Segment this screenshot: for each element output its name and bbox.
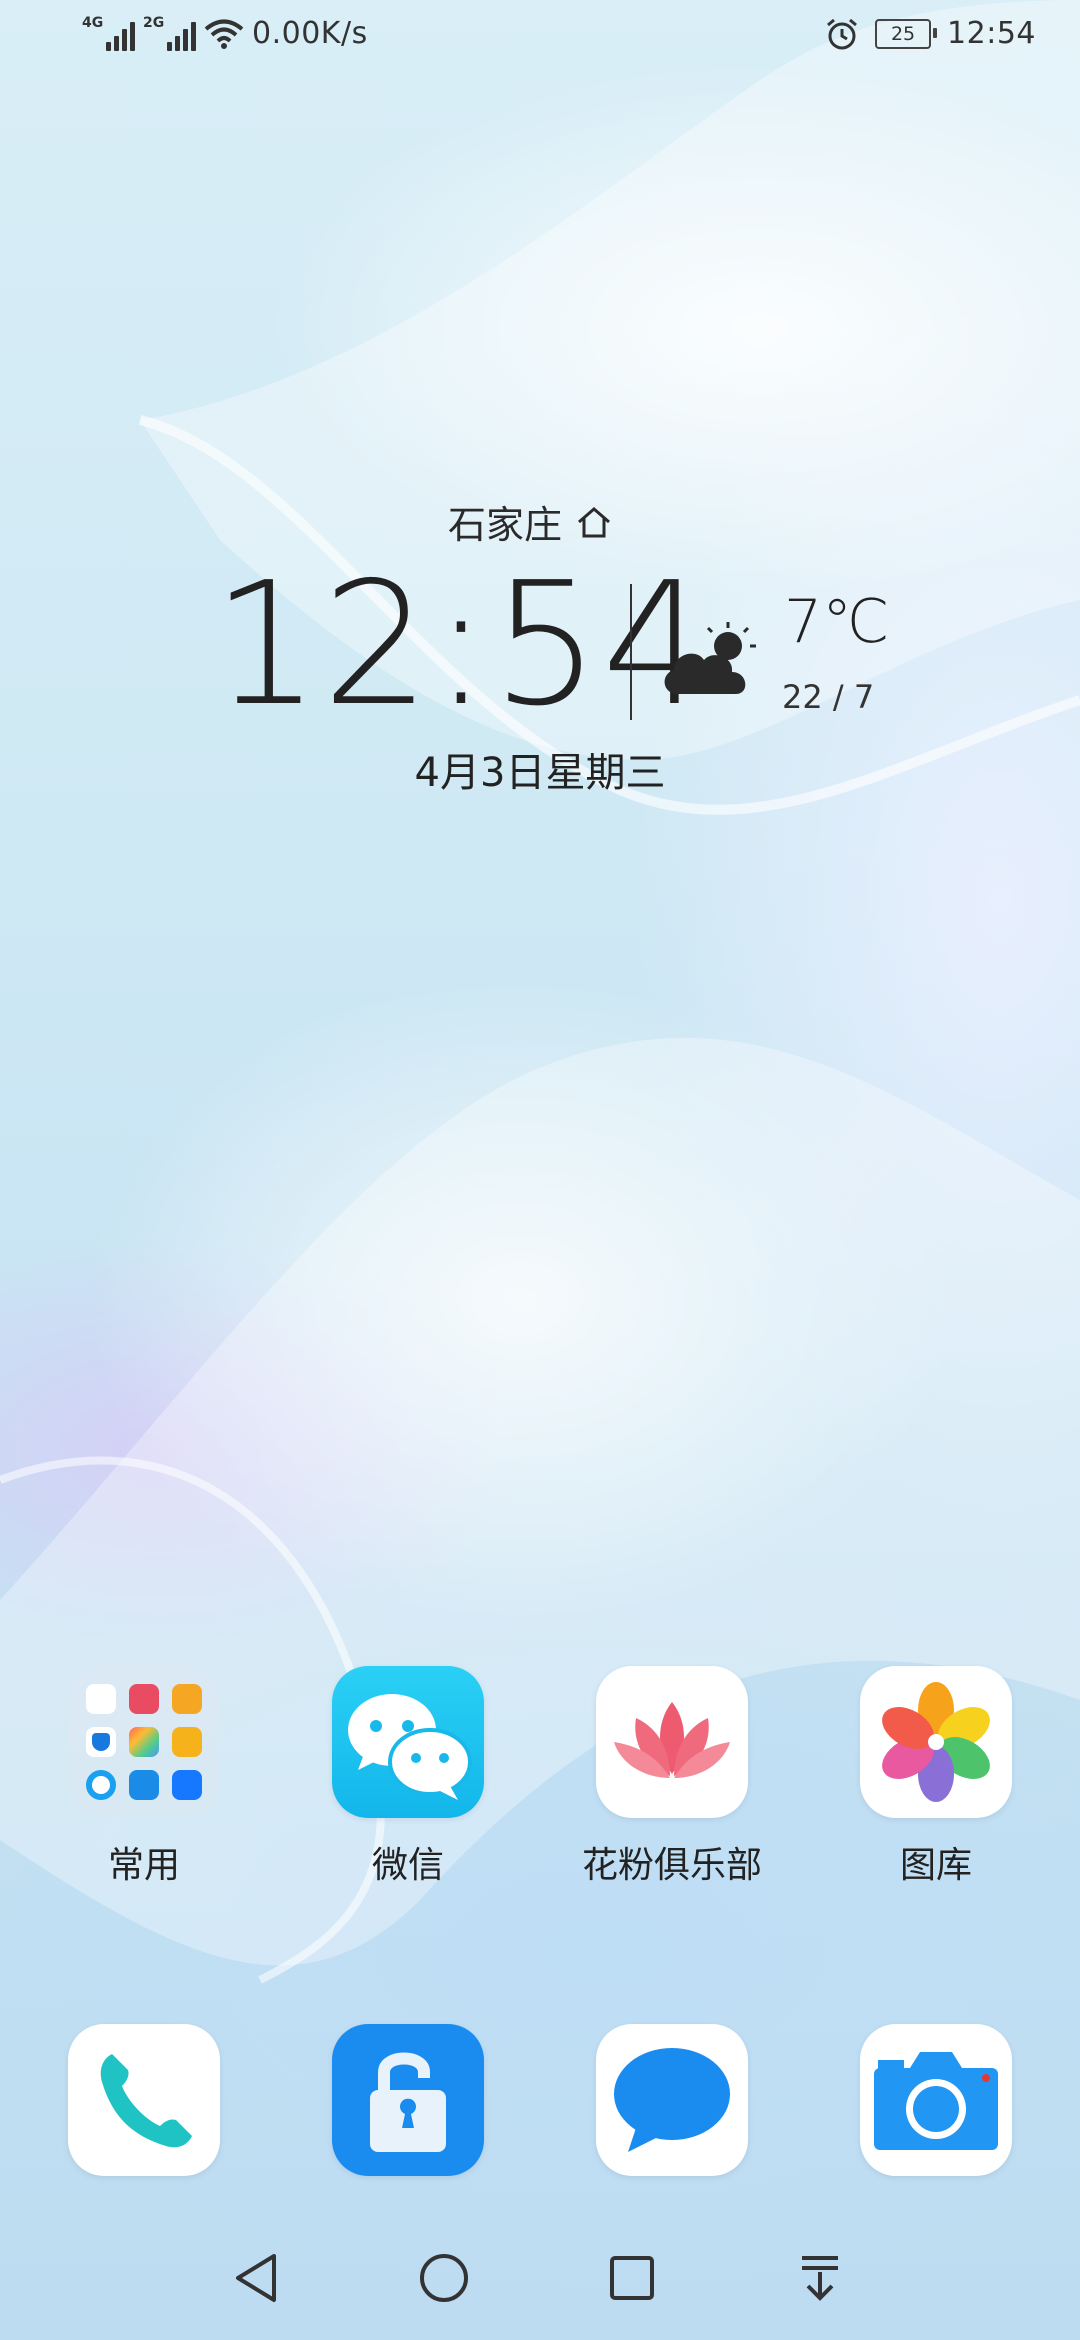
folder-icon xyxy=(68,1666,220,1818)
notification-pull-button[interactable] xyxy=(790,2248,850,2308)
network-speed: 0.00K/s xyxy=(252,16,368,51)
status-time: 12:54 xyxy=(947,16,1036,51)
app-phone[interactable] xyxy=(44,2024,244,2176)
home-button[interactable] xyxy=(414,2248,474,2308)
recents-button[interactable] xyxy=(602,2248,662,2308)
home-icon xyxy=(420,2254,468,2302)
navigation-bar xyxy=(0,2230,1080,2320)
status-bar: 4G 2G 0.00K/s 25 12:54 xyxy=(0,0,1080,72)
app-huafen-club[interactable]: 花粉俱乐部 xyxy=(572,1666,772,1888)
app-label: 微信 xyxy=(371,1845,444,1886)
partly-cloudy-icon[interactable] xyxy=(656,616,762,706)
app-label: 图库 xyxy=(899,1845,972,1886)
folder-common[interactable]: 常用 xyxy=(44,1666,244,1888)
clock-time[interactable]: 12:54 xyxy=(212,560,712,730)
battery-level: 25 xyxy=(890,22,916,45)
wifi-icon xyxy=(204,19,244,49)
camera-icon xyxy=(860,2024,1012,2176)
notification-pull-icon xyxy=(802,2256,838,2301)
app-lock[interactable] xyxy=(308,2024,508,2176)
temperature[interactable]: 7℃ xyxy=(784,590,890,654)
wallpaper xyxy=(0,0,1080,2340)
home-location-icon xyxy=(578,506,610,537)
date-label[interactable]: 4月3日星期三 xyxy=(0,740,1080,798)
back-button[interactable] xyxy=(226,2248,286,2308)
signal-icon: 2G xyxy=(143,14,196,51)
gallery-icon xyxy=(860,1666,1012,1818)
app-label: 花粉俱乐部 xyxy=(581,1845,762,1886)
signal-icon: 4G xyxy=(82,14,135,51)
app-camera[interactable] xyxy=(836,2024,1036,2176)
weather-city[interactable]: 石家庄 xyxy=(448,494,612,549)
back-icon xyxy=(236,2254,276,2302)
alarm-icon xyxy=(827,18,857,49)
lotus-icon xyxy=(596,1666,748,1818)
app-messages[interactable] xyxy=(572,2024,772,2176)
app-wechat[interactable]: 微信 xyxy=(308,1666,508,1888)
city-label: 石家庄 xyxy=(448,503,563,547)
battery-icon: 25 xyxy=(875,18,938,49)
widget-divider xyxy=(630,584,632,720)
app-gallery[interactable]: 图库 xyxy=(836,1666,1036,1888)
temperature-range: 22 / 7 xyxy=(782,678,875,716)
network-type-label: 2G xyxy=(143,14,165,31)
network-type-label: 4G xyxy=(82,14,104,31)
phone-icon xyxy=(68,2024,220,2176)
lock-icon xyxy=(332,2024,484,2176)
wechat-icon xyxy=(332,1666,484,1818)
recents-icon xyxy=(610,2256,654,2300)
app-label: 常用 xyxy=(107,1845,180,1886)
messages-icon xyxy=(596,2024,748,2176)
